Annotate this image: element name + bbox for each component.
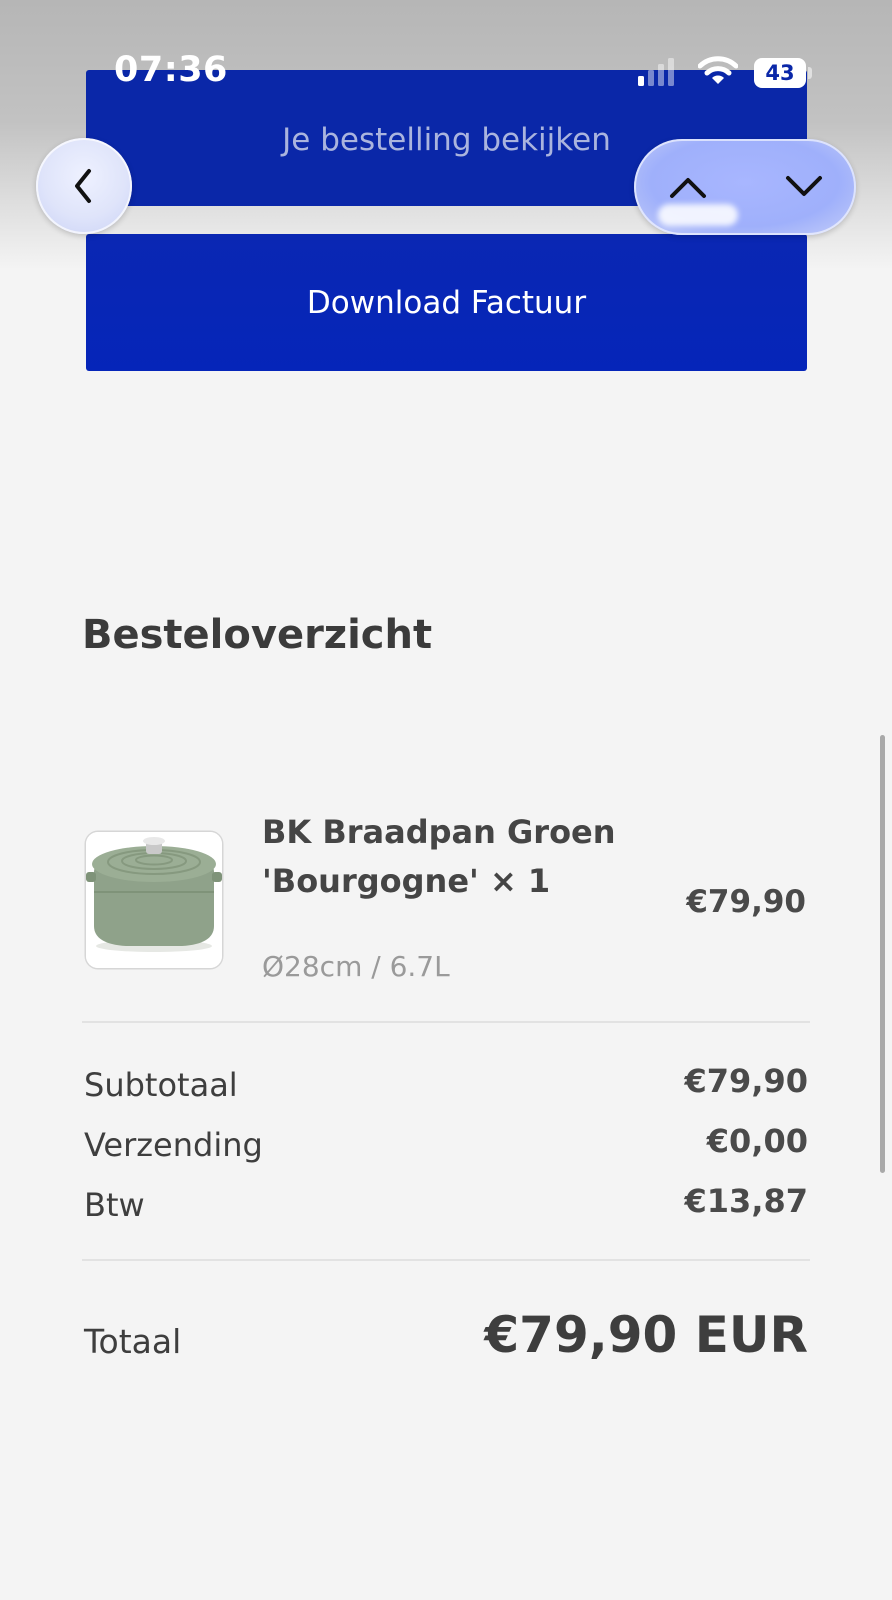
product-variant: Ø28cm / 6.7L — [262, 950, 450, 983]
casserole-pot-image — [86, 832, 222, 968]
vat-label: Btw — [84, 1186, 145, 1224]
order-summary-title: Besteloverzicht — [82, 612, 433, 658]
status-bar: 07:36 43 — [0, 0, 892, 150]
download-invoice-button-label: Download Factuur — [306, 284, 587, 321]
chevron-left-icon — [75, 169, 91, 203]
chevron-up-icon — [670, 178, 706, 198]
back-button[interactable] — [36, 138, 132, 234]
chevron-down-icon — [786, 176, 822, 196]
battery-indicator: 43 — [754, 58, 806, 88]
shipping-value: €0,00 — [706, 1122, 808, 1160]
vat-value: €13,87 — [684, 1182, 808, 1220]
scrollbar[interactable] — [880, 735, 885, 1173]
subtotal-value: €79,90 — [684, 1062, 808, 1100]
product-price: €79,90 — [686, 884, 806, 920]
wifi-icon — [698, 56, 738, 84]
product-name: BK Braadpan Groen 'Bourgogne' × 1 — [262, 813, 616, 900]
product-thumbnail — [86, 832, 222, 968]
battery-level: 43 — [765, 61, 795, 85]
shipping-label: Verzending — [84, 1126, 263, 1164]
battery-tip — [808, 67, 812, 79]
divider — [82, 1021, 810, 1023]
divider — [82, 1259, 810, 1261]
subtotal-label: Subtotaal — [84, 1066, 238, 1104]
download-invoice-button[interactable]: Download Factuur — [86, 234, 807, 371]
cellular-signal-icon — [638, 58, 674, 86]
total-label: Totaal — [84, 1322, 182, 1361]
status-time: 07:36 — [114, 50, 228, 90]
next-button[interactable] — [774, 157, 834, 217]
glass-highlight — [658, 204, 738, 226]
total-value: €79,90 EUR — [484, 1306, 808, 1364]
